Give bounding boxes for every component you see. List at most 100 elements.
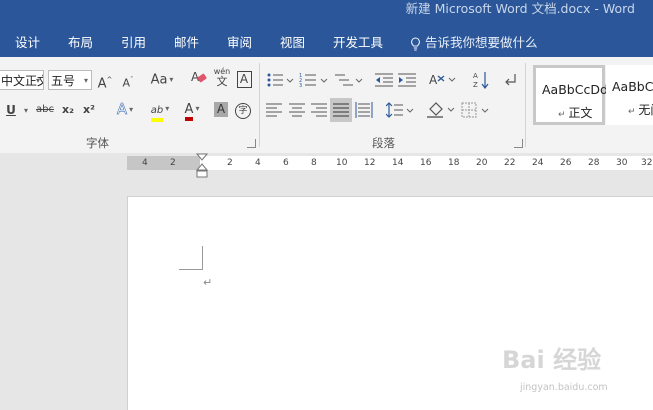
bullets-button[interactable] bbox=[266, 72, 294, 91]
paragraph-mark: ↵ bbox=[203, 276, 213, 289]
paragraph-dialog-launcher[interactable] bbox=[514, 139, 523, 148]
strikethrough-button[interactable]: abc bbox=[34, 99, 56, 121]
font-name-select[interactable]: 中文正文▾ bbox=[0, 70, 44, 90]
align-center-button[interactable] bbox=[289, 103, 305, 120]
chevron-down-icon[interactable]: ▾ bbox=[24, 106, 28, 115]
ruler-number: 2 bbox=[227, 158, 233, 168]
ruler-number: 12 bbox=[364, 158, 376, 168]
font-color-button[interactable]: A ▾ bbox=[177, 98, 207, 121]
subscript-icon: x₂ bbox=[62, 103, 74, 116]
justify-icon bbox=[333, 103, 349, 117]
character-shading-icon: A bbox=[214, 102, 228, 117]
sort-button[interactable]: AZ bbox=[472, 70, 490, 93]
multilevel-list-button[interactable] bbox=[335, 72, 363, 91]
tab-design[interactable]: 设计 bbox=[15, 28, 40, 57]
horizontal-ruler[interactable]: 4 2 2 4 6 8 10 12 14 16 18 20 22 24 26 2… bbox=[0, 153, 653, 178]
tab-layout[interactable]: 布局 bbox=[68, 28, 93, 57]
increase-indent-button[interactable] bbox=[398, 72, 416, 91]
increase-indent-icon bbox=[398, 73, 416, 87]
ruler-number: 30 bbox=[616, 158, 628, 168]
paragraph-group-label: 段落 bbox=[372, 136, 395, 150]
tab-developer[interactable]: 开发工具 bbox=[333, 28, 383, 57]
distributed-button[interactable] bbox=[355, 102, 373, 121]
show-hide-marks-button[interactable] bbox=[504, 72, 518, 91]
change-case-button[interactable]: Aa ▾ bbox=[146, 69, 178, 91]
ruler-number: 4 bbox=[255, 158, 261, 168]
justify-button[interactable] bbox=[330, 98, 352, 122]
style-name: ↵ 无间 bbox=[628, 103, 653, 117]
style-no-spacing[interactable]: AaBbCcDd ↵ 无间 bbox=[606, 65, 653, 125]
borders-button[interactable] bbox=[461, 102, 489, 121]
tell-me-search[interactable]: 告诉我你想要做什么 bbox=[410, 28, 538, 57]
svg-text:A: A bbox=[429, 73, 438, 87]
ruler-number: 32 bbox=[641, 158, 653, 168]
text-effects-button[interactable]: A ▾ bbox=[110, 98, 140, 120]
align-right-icon bbox=[311, 103, 327, 117]
svg-text:3: 3 bbox=[299, 83, 302, 88]
shrink-font-button[interactable]: Aˇ bbox=[120, 69, 136, 91]
character-shading-button[interactable]: A bbox=[213, 99, 229, 121]
phonetic-guide-button[interactable]: wén 文 bbox=[212, 67, 232, 89]
grow-font-icon: A bbox=[97, 76, 107, 92]
grow-font-button[interactable]: A^ bbox=[97, 69, 113, 91]
svg-text:A: A bbox=[473, 72, 478, 80]
style-sample: AaBbCcDd bbox=[542, 82, 608, 97]
underline-button[interactable]: U bbox=[4, 99, 18, 121]
indent-marker-icon[interactable] bbox=[196, 153, 208, 181]
watermark-url: jingyan.baidu.com bbox=[520, 382, 608, 393]
shrink-font-icon: A bbox=[122, 76, 131, 90]
svg-text:Z: Z bbox=[473, 81, 478, 89]
subscript-button[interactable]: x₂ bbox=[59, 99, 77, 121]
superscript-button[interactable]: x² bbox=[80, 99, 98, 121]
character-border-button[interactable]: A bbox=[236, 69, 252, 91]
ruler-number: 24 bbox=[532, 158, 544, 168]
eraser-icon: A bbox=[191, 70, 207, 84]
distributed-icon bbox=[355, 102, 373, 118]
style-sample: AaBbCcDd bbox=[612, 79, 653, 94]
text-effects-icon: A bbox=[116, 100, 128, 119]
line-spacing-button[interactable] bbox=[385, 102, 414, 121]
enclose-characters-button[interactable]: 字 bbox=[234, 99, 252, 121]
decrease-indent-button[interactable] bbox=[375, 72, 393, 91]
phonetic-bottom: 文 bbox=[216, 75, 228, 88]
tab-view[interactable]: 视图 bbox=[280, 28, 305, 57]
paragraph-mark-icon bbox=[505, 74, 516, 86]
crop-mark bbox=[179, 269, 203, 270]
highlight-button[interactable]: ab ▾ bbox=[143, 98, 177, 122]
align-right-button[interactable] bbox=[311, 103, 327, 120]
ruler-number: 6 bbox=[283, 158, 289, 168]
style-normal[interactable]: AaBbCcDd ↵ 正文 bbox=[533, 65, 608, 125]
multilevel-list-icon bbox=[335, 74, 363, 86]
chinese-layout-icon: A bbox=[429, 73, 456, 87]
superscript-icon: x² bbox=[83, 103, 95, 116]
bullet-list-icon bbox=[267, 73, 294, 87]
font-size-value: 五号 bbox=[51, 74, 76, 88]
underline-icon: U bbox=[6, 103, 16, 117]
chevron-down-icon: ▾ bbox=[35, 76, 40, 85]
clear-formatting-button[interactable]: A bbox=[189, 69, 209, 91]
font-dialog-launcher[interactable] bbox=[247, 139, 256, 148]
ruler-number: 8 bbox=[311, 158, 317, 168]
tab-mailings[interactable]: 邮件 bbox=[174, 28, 199, 57]
paragraph-shading-button[interactable] bbox=[427, 101, 455, 122]
decrease-indent-icon bbox=[375, 73, 393, 87]
ruler-number: 18 bbox=[448, 158, 460, 168]
ruler-number: 10 bbox=[336, 158, 348, 168]
title-bar: 新建 Microsoft Word 文档.docx - Word bbox=[0, 0, 653, 28]
tab-references[interactable]: 引用 bbox=[121, 28, 146, 57]
sort-az-icon: AZ bbox=[473, 72, 489, 89]
chinese-layout-button[interactable]: A bbox=[428, 71, 456, 92]
numbering-button[interactable]: 123 bbox=[299, 72, 329, 91]
ruler-number: 4 bbox=[142, 158, 148, 168]
change-case-icon: Aa bbox=[150, 72, 168, 88]
chevron-down-icon: ▾ bbox=[83, 76, 88, 85]
document-page[interactable]: ↵ bbox=[127, 196, 653, 410]
tab-review[interactable]: 审阅 bbox=[227, 28, 252, 57]
align-left-button[interactable] bbox=[266, 103, 282, 120]
strikethrough-icon: abc bbox=[36, 104, 54, 115]
font-size-select[interactable]: 五号 ▾ bbox=[48, 70, 92, 90]
font-color-icon: A bbox=[184, 102, 194, 121]
window-title: 新建 Microsoft Word 文档.docx - Word bbox=[405, 1, 635, 16]
ruler-number: 22 bbox=[504, 158, 516, 168]
lightbulb-icon bbox=[411, 36, 420, 51]
